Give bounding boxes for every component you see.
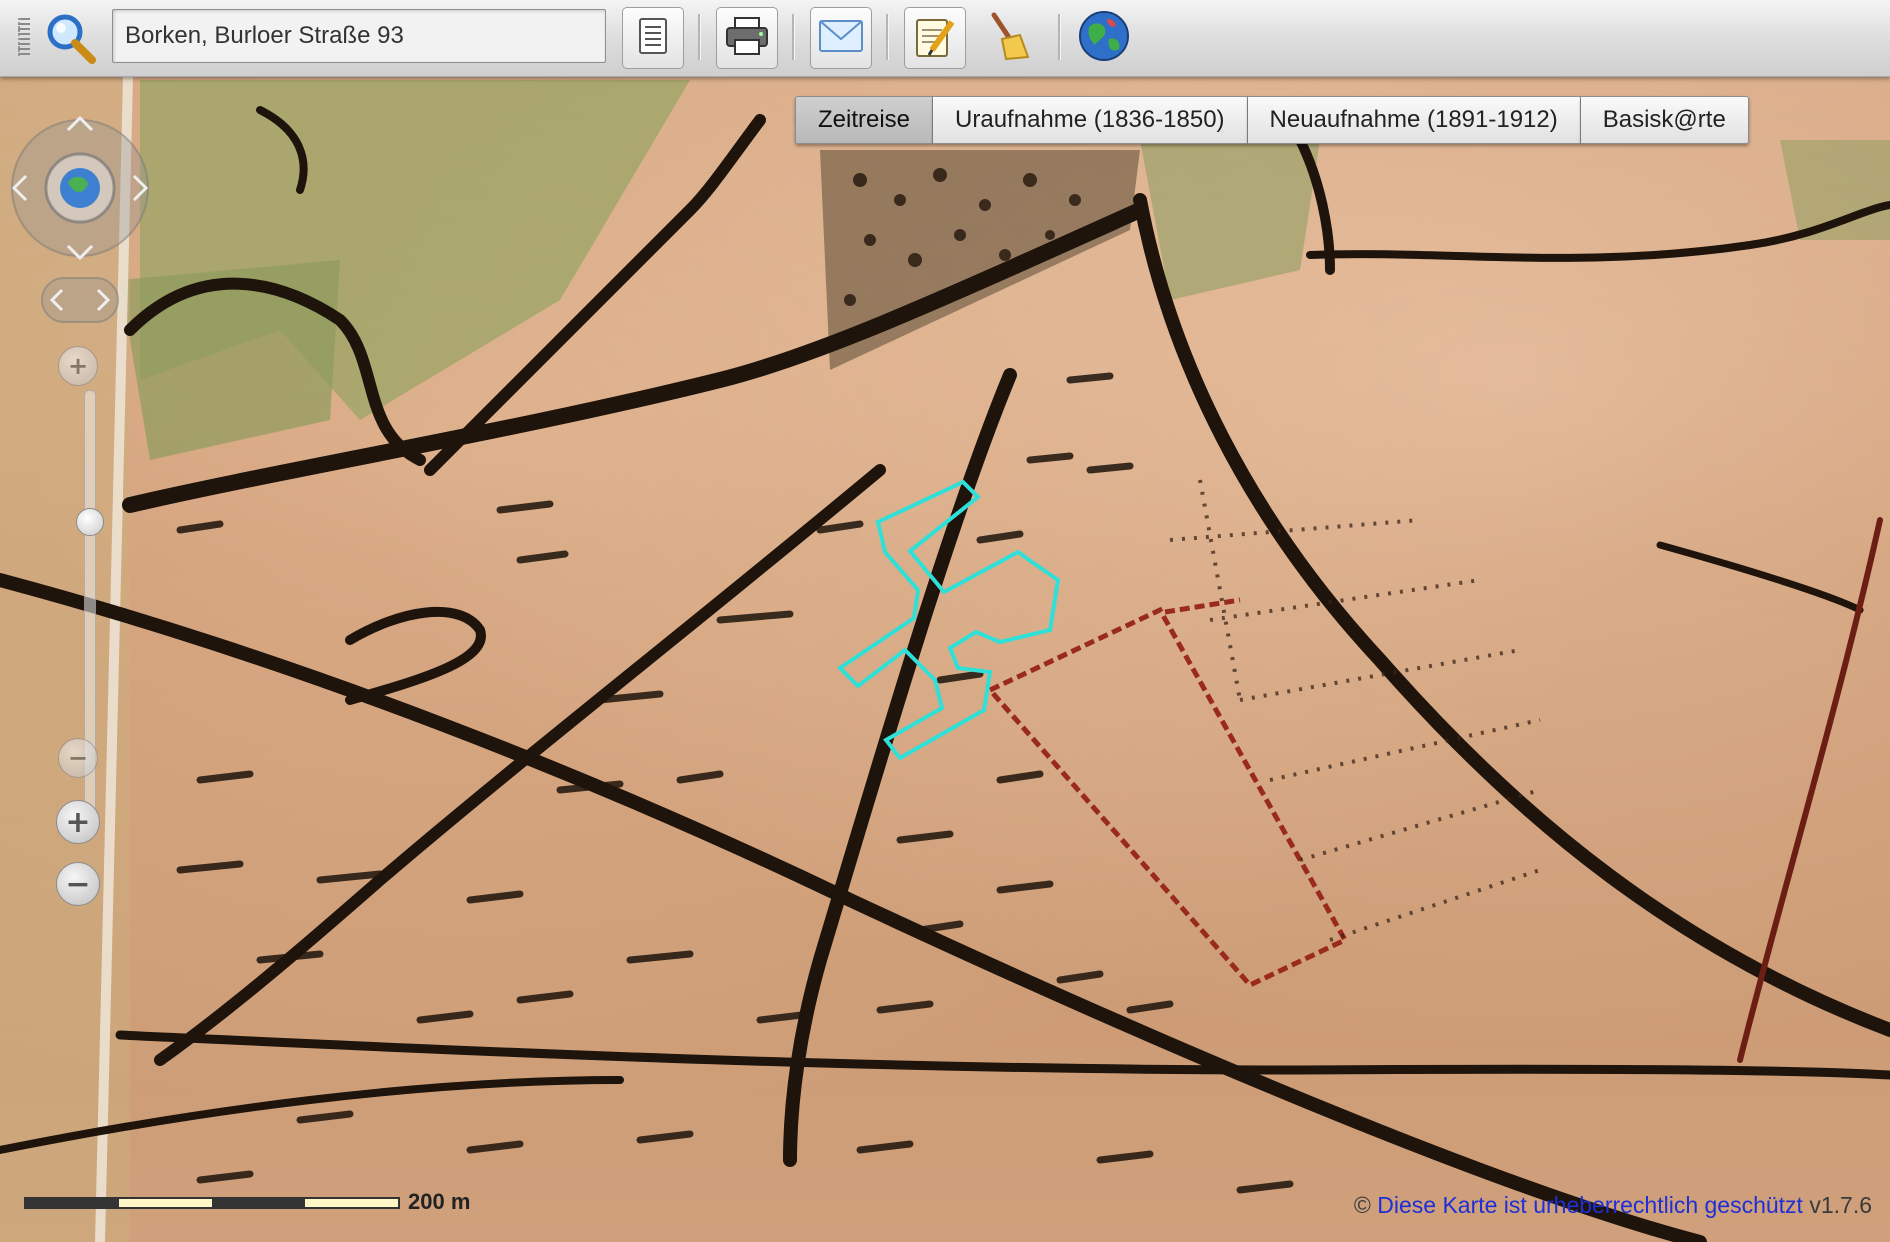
scale-bar-graphic	[24, 1197, 400, 1209]
search-icon[interactable]	[42, 10, 98, 66]
toolbar-separator	[1058, 14, 1061, 60]
slider-zoom-out-button[interactable]: −	[58, 738, 98, 778]
toolbar-separator	[698, 14, 701, 60]
tab-basiskarte[interactable]: Basisk@rte	[1580, 96, 1749, 144]
tab-zeitreise[interactable]: Zeitreise	[795, 96, 934, 144]
toolbar-separator	[886, 14, 889, 60]
search-input[interactable]	[112, 9, 606, 63]
envelope-icon	[818, 19, 864, 58]
zoom-out-button[interactable]: −	[56, 862, 100, 906]
tab-uraufnahme[interactable]: Uraufnahme (1836-1850)	[933, 96, 1248, 144]
pan-rotate-control[interactable]	[0, 110, 160, 380]
zoom-in-button[interactable]: +	[56, 800, 100, 844]
copyright-link[interactable]: Diese Karte ist urheberrechtlich geschüt…	[1377, 1192, 1803, 1218]
copyright-symbol: ©	[1353, 1192, 1371, 1218]
tab-neuaufnahme[interactable]: Neuaufnahme (1891-1912)	[1247, 96, 1581, 144]
legend-button[interactable]	[622, 7, 684, 69]
edit-button[interactable]	[904, 7, 966, 69]
copyright-notice: © Diese Karte ist urheberrechtlich gesch…	[1354, 1192, 1872, 1219]
scale-label: 200 m	[408, 1189, 471, 1214]
notepad-pencil-icon	[914, 14, 956, 63]
toolbar	[0, 0, 1890, 77]
toolbar-grip[interactable]	[18, 18, 30, 56]
email-button[interactable]	[810, 7, 872, 69]
historical-map-layer	[0, 75, 1890, 1242]
broom-icon	[986, 11, 1030, 66]
clear-button[interactable]	[980, 10, 1036, 66]
slider-zoom-in-button[interactable]: +	[58, 346, 98, 386]
toolbar-separator	[792, 14, 795, 60]
document-icon	[638, 17, 668, 60]
print-button[interactable]	[716, 7, 778, 69]
version-label: v1.7.6	[1809, 1192, 1872, 1218]
navigation-control: + − + −	[0, 110, 160, 930]
globe-button[interactable]	[1076, 10, 1132, 66]
zoom-slider-thumb[interactable]	[76, 508, 104, 536]
printer-icon	[725, 16, 769, 61]
globe-icon	[1077, 9, 1131, 68]
map-layer-tabs: Zeitreise Uraufnahme (1836-1850) Neuaufn…	[795, 96, 1749, 144]
map-view[interactable]	[0, 0, 1890, 1242]
